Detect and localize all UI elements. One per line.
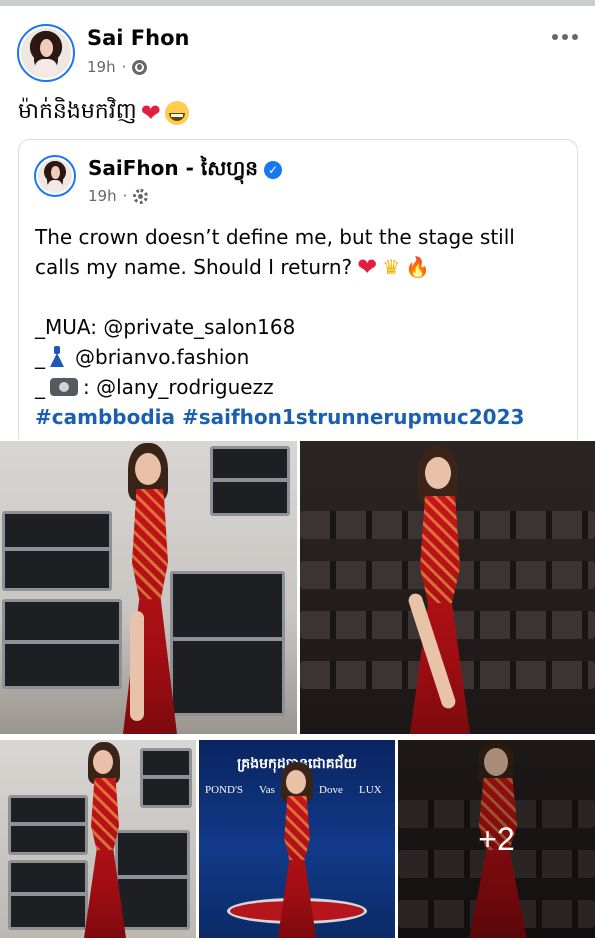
photo-1[interactable] <box>0 441 297 734</box>
photo-3[interactable] <box>0 740 196 938</box>
verified-badge-icon: ✓ <box>264 161 282 179</box>
credit-photo: _ : @lany_rodriguezz <box>35 372 565 402</box>
dress-emoji-icon <box>50 346 64 368</box>
shared-author-label: SaiFhon - សៃហ្វុន <box>88 156 258 180</box>
photo-5-more[interactable]: +2 <box>398 740 595 938</box>
photo-4[interactable]: គ្រងមកុដបានជោគជ័យ POND'S Vas Dove LUX <box>199 740 395 938</box>
camera-emoji-icon <box>50 378 78 396</box>
shared-post-body: The crown doesn’t define me, but the sta… <box>35 222 565 432</box>
body-line-2-text: calls my name. Should I return? <box>35 255 353 279</box>
shared-post-meta: 19h · <box>88 187 149 205</box>
body-line-2: calls my name. Should I return? ❤ ♛ 🔥 <box>35 252 565 282</box>
shared-author-name[interactable]: SaiFhon - សៃហ្វុន ✓ <box>88 155 282 185</box>
gear-icon <box>133 188 149 204</box>
credit-fashion-handle[interactable]: @brianvo.fashion <box>75 342 249 372</box>
more-options-icon[interactable] <box>552 34 578 40</box>
fire-emoji-icon: 🔥 <box>405 255 431 279</box>
grinning-emoji-icon <box>164 101 189 125</box>
crown-emoji-icon: ♛ <box>382 255 401 279</box>
shared-post-time[interactable]: 19h <box>88 187 117 205</box>
heart-emoji-icon: ❤ <box>140 99 161 127</box>
photo-2[interactable] <box>300 441 595 734</box>
caption-text: ម៉ាក់និងមកវិញ <box>18 99 137 124</box>
globe-icon <box>132 59 148 75</box>
author-name[interactable]: Sai Fhon <box>87 26 189 50</box>
credit-mua: _MUA: @private_salon168 <box>35 315 296 339</box>
post-time[interactable]: 19h <box>87 58 116 76</box>
shared-author-avatar[interactable] <box>34 155 76 197</box>
credit-fashion-prefix: _ <box>35 345 45 369</box>
post-caption: ម៉ាក់និងមកវិញ ❤ <box>18 97 189 129</box>
meta-separator: · <box>121 58 127 76</box>
author-avatar[interactable] <box>17 24 75 82</box>
more-photos-overlay[interactable]: +2 <box>398 740 595 938</box>
credit-photo-prefix: _ <box>35 375 45 399</box>
credit-photo-handle[interactable]: : @lany_rodriguezz <box>83 372 274 402</box>
heart-emoji-icon: ❤ <box>357 253 378 281</box>
brand-lux: LUX <box>359 784 382 796</box>
body-line-1: The crown doesn’t define me, but the sta… <box>35 225 515 249</box>
credit-fashion: _ @brianvo.fashion <box>35 342 565 372</box>
post-meta: 19h · <box>87 58 148 76</box>
shared-meta-separator: · <box>122 187 128 205</box>
brand-ponds: POND'S <box>205 784 244 796</box>
hashtags[interactable]: #cambbodia #saifhon1strunnerupmuc2023 <box>35 402 565 432</box>
more-photos-count: +2 <box>478 820 515 857</box>
top-divider <box>0 0 595 6</box>
